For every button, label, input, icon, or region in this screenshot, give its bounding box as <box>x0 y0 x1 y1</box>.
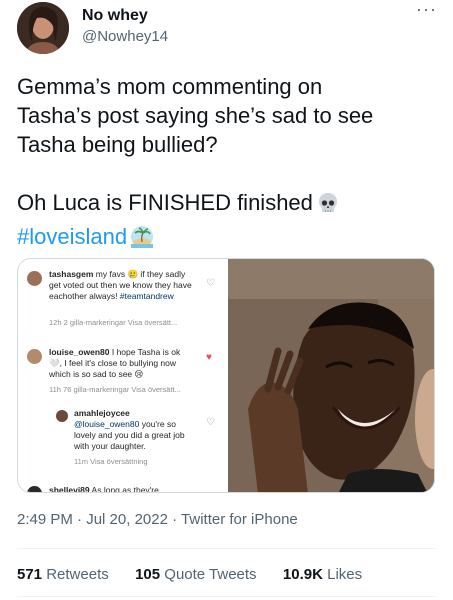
retweets-stat[interactable]: 571 Retweets <box>17 566 109 583</box>
comment-username: louise_owen80 <box>49 347 110 357</box>
comment-body: As long as they're <box>91 485 159 493</box>
comment-meta: 12h 2 gilla-markeringar Visa översätt... <box>49 318 178 327</box>
tweet-media[interactable]: tashasgem my favs 🥲 if they sadly get vo… <box>17 258 435 493</box>
tweet-line: Gemma’s mom commenting on <box>17 74 323 99</box>
laughing-man-photo[interactable] <box>228 259 434 492</box>
tweet-source[interactable]: Twitter for iPhone <box>181 511 298 528</box>
comment-text: louise_owen80 I hope Tasha is ok 🤍, I fe… <box>49 347 195 380</box>
heart-outline-icon: ♡ <box>206 417 215 428</box>
divider-line <box>17 596 435 597</box>
divider-line <box>17 548 435 549</box>
tweet-text: Gemma’s mom commenting on Tasha’s post s… <box>17 72 442 256</box>
heart-outline-icon: ♡ <box>206 278 215 289</box>
author-avatar[interactable] <box>17 2 69 54</box>
likes-count: 10.9K <box>282 566 323 583</box>
comment-username: shellevi89 <box>49 485 90 493</box>
retweets-label: Retweets <box>46 566 109 583</box>
likes-label: Likes <box>327 566 363 583</box>
comment-text: amahlejoycee @louise_owen80 you're so lo… <box>74 408 192 452</box>
likes-stat[interactable]: 10.9K Likes <box>283 566 362 583</box>
heart-filled-icon: ♥ <box>206 352 212 363</box>
tweet-finished-text: Oh Luca is FINISHED finished <box>17 190 313 215</box>
tweet-time[interactable]: 2:49 PM <box>17 511 73 528</box>
timestamp-separator: · <box>172 511 182 528</box>
quotes-label: Quote Tweets <box>164 566 257 583</box>
tweet-line: Tasha’s post saying she’s sad to see <box>17 103 374 128</box>
comment-mention: @louise_owen80 <box>74 419 140 429</box>
comment-hashtag: #teamtandrew <box>119 291 174 301</box>
tweet-stats: 571 Retweets 105 Quote Tweets 10.9K Like… <box>17 566 362 583</box>
more-options-icon[interactable]: ··· <box>416 0 437 18</box>
comment-text: shellevi89 As long as they're <box>49 485 209 493</box>
quotes-stat[interactable]: 105 Quote Tweets <box>135 566 256 583</box>
commenter-avatar <box>27 349 42 364</box>
tweet-timestamp: 2:49 PM · Jul 20, 2022 · Twitter for iPh… <box>17 511 298 528</box>
commenter-avatar <box>27 486 42 492</box>
author-handle[interactable]: @Nowhey14 <box>82 28 168 45</box>
quotes-count: 105 <box>135 566 161 583</box>
tweet-date[interactable]: Jul 20, 2022 <box>86 511 168 528</box>
commenter-avatar <box>27 271 42 286</box>
hashtag-link[interactable]: #loveisland <box>17 224 127 249</box>
desert-island-emoji-icon <box>130 225 154 256</box>
comment-username: amahlejoycee <box>74 408 130 418</box>
timestamp-separator: · <box>77 511 87 528</box>
comment-username: tashasgem <box>49 269 94 279</box>
comment-meta: 11h 76 gilla-markeringar Visa översätt..… <box>49 385 181 394</box>
commenter-avatar <box>56 410 68 422</box>
tweet-line: Tasha being bullied? <box>17 132 218 157</box>
retweets-count: 571 <box>17 566 43 583</box>
instagram-comments-screenshot[interactable]: tashasgem my favs 🥲 if they sadly get vo… <box>18 259 227 493</box>
tweet-header: No whey @Nowhey14 ··· <box>0 0 453 60</box>
tweet-line: #loveisland <box>17 222 442 256</box>
comment-meta: 11m Visa översättning <box>74 457 148 466</box>
tweet-line: Oh Luca is FINISHED finished <box>17 188 442 222</box>
skull-emoji-icon <box>316 191 340 222</box>
author-name[interactable]: No whey <box>82 7 148 25</box>
comment-text: tashasgem my favs 🥲 if they sadly get vo… <box>49 269 195 302</box>
